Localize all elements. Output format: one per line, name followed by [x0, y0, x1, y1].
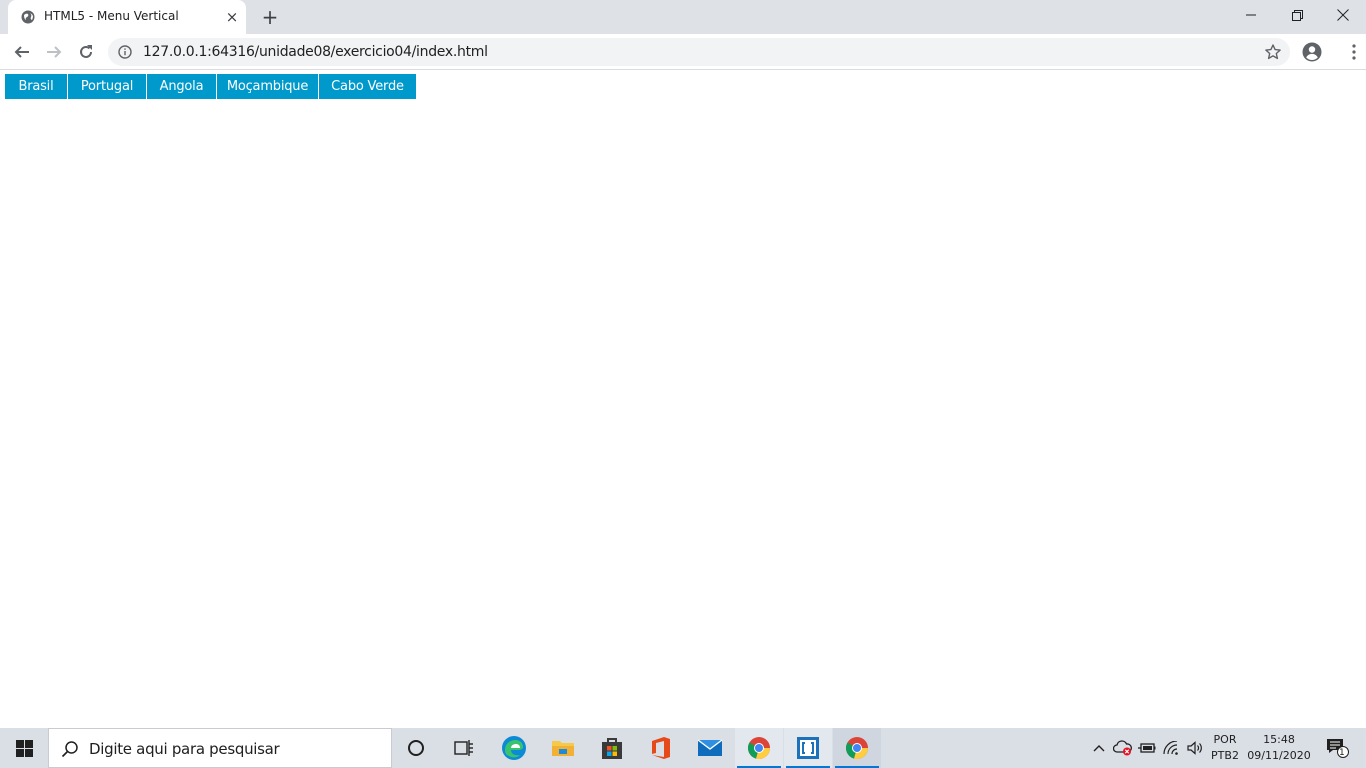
chrome-icon [748, 737, 770, 760]
action-center-button[interactable]: 1 [1318, 728, 1358, 768]
cortana-icon [408, 740, 424, 756]
notification-count: 1 [1339, 748, 1345, 758]
bookmark-star-icon[interactable] [1264, 43, 1282, 61]
tab-strip: HTML5 - Menu Vertical × + [0, 0, 1366, 34]
file-explorer-button[interactable] [539, 728, 587, 768]
minimize-icon [1246, 14, 1256, 16]
taskbar-search[interactable]: Digite aqui para pesquisar [48, 728, 392, 768]
tab-close-icon[interactable]: × [224, 9, 240, 25]
browser-tab[interactable]: HTML5 - Menu Vertical × [8, 0, 246, 34]
restore-button[interactable] [1274, 0, 1320, 30]
brackets-icon [797, 737, 819, 759]
close-icon [1337, 9, 1349, 21]
chrome-taskbar-button[interactable] [735, 728, 783, 768]
start-button[interactable] [0, 728, 48, 768]
brackets-taskbar-button[interactable] [784, 728, 832, 768]
task-view-button[interactable] [440, 728, 488, 768]
office-icon [652, 737, 670, 759]
file-explorer-icon [552, 741, 574, 756]
volume-tray[interactable] [1184, 728, 1206, 768]
chrome-icon [846, 737, 868, 760]
cloud-error-icon [1113, 740, 1132, 756]
search-placeholder: Digite aqui para pesquisar [89, 740, 280, 758]
input-language-tray[interactable]: POR PTB2 [1206, 728, 1244, 768]
battery-tray[interactable] [1136, 728, 1158, 768]
mail-icon [697, 739, 723, 756]
restore-icon [1291, 9, 1303, 21]
keyboard-layout-label: PTB2 [1211, 749, 1239, 762]
forward-button[interactable] [42, 40, 66, 64]
taskbar: Digite aqui para pesquisar POR PTB2 15:4… [0, 728, 1366, 768]
edge-button[interactable] [490, 728, 538, 768]
battery-plug-icon [1138, 743, 1156, 753]
account-icon [1302, 42, 1322, 62]
edge-icon [502, 736, 526, 760]
profile-button[interactable] [1300, 40, 1324, 64]
menu-item-portugal[interactable]: Portugal [68, 74, 147, 99]
mail-button[interactable] [686, 728, 734, 768]
back-button[interactable] [10, 40, 34, 64]
url-text[interactable]: 127.0.0.1:64316/unidade08/exercicio04/in… [143, 44, 488, 60]
cortana-button[interactable] [392, 728, 440, 768]
country-menu: Brasil Portugal Angola Moçambique Cabo V… [5, 74, 416, 99]
tab-title: HTML5 - Menu Vertical [44, 9, 179, 23]
menu-item-cabo-verde[interactable]: Cabo Verde [319, 74, 416, 99]
clock-time: 15:48 [1263, 733, 1295, 746]
more-vertical-icon [1352, 44, 1356, 60]
cloud-status-tray[interactable] [1112, 728, 1134, 768]
close-window-button[interactable] [1320, 0, 1366, 30]
store-button[interactable] [588, 728, 636, 768]
search-icon [61, 741, 78, 758]
clock-date: 09/11/2020 [1247, 749, 1311, 762]
wifi-tray[interactable] [1160, 728, 1182, 768]
new-tab-button[interactable]: + [259, 6, 281, 28]
speaker-icon [1187, 741, 1202, 755]
address-bar[interactable]: 127.0.0.1:64316/unidade08/exercicio04/in… [108, 38, 1290, 66]
clock-tray[interactable]: 15:48 09/11/2020 [1246, 728, 1312, 768]
language-label: POR [1213, 733, 1237, 746]
globe-icon [21, 10, 35, 24]
browser-toolbar: 127.0.0.1:64316/unidade08/exercicio04/in… [0, 34, 1366, 70]
chrome-menu-button[interactable] [1342, 40, 1366, 64]
arrow-right-icon [47, 46, 62, 58]
reload-icon [80, 45, 92, 58]
windows-logo-icon [15, 739, 33, 757]
info-icon[interactable] [118, 45, 132, 59]
wifi-icon [1163, 741, 1178, 755]
task-view-icon [454, 740, 473, 756]
office-button[interactable] [637, 728, 685, 768]
menu-item-angola[interactable]: Angola [147, 74, 217, 99]
arrow-left-icon [14, 46, 29, 58]
minimize-button[interactable] [1228, 0, 1274, 30]
store-icon [602, 738, 622, 759]
menu-item-mocambique[interactable]: Moçambique [217, 74, 319, 99]
chrome-active-taskbar-button[interactable] [833, 728, 881, 768]
notification-icon [1327, 739, 1349, 758]
menu-item-brasil[interactable]: Brasil [5, 74, 68, 99]
chevron-up-icon [1093, 745, 1105, 752]
show-hidden-icons-button[interactable] [1088, 728, 1110, 768]
reload-button[interactable] [74, 40, 98, 64]
